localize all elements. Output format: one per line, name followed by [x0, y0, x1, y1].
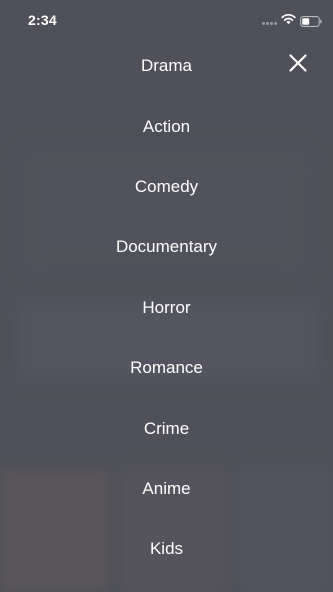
genre-item-crime[interactable]: Crime — [0, 414, 333, 444]
battery-icon — [300, 16, 322, 27]
signal-icon — [262, 20, 278, 25]
genre-item-comedy[interactable]: Comedy — [0, 172, 333, 202]
genre-item-anime[interactable]: Anime — [0, 474, 333, 504]
genre-item-kids[interactable]: Kids — [0, 534, 333, 564]
status-bar: 2:34 — [0, 0, 333, 40]
genre-item-documentary[interactable]: Documentary — [0, 232, 333, 262]
genre-item-romance[interactable]: Romance — [0, 353, 333, 383]
genre-item-horror[interactable]: Horror — [0, 293, 333, 323]
genre-item-drama[interactable]: Drama — [0, 51, 333, 81]
wifi-icon — [281, 13, 296, 25]
genre-item-action[interactable]: Action — [0, 112, 333, 142]
status-time: 2:34 — [28, 12, 57, 28]
genre-menu-overlay: 2:34 Drama Action Comedy Documentary Hor… — [0, 0, 333, 592]
